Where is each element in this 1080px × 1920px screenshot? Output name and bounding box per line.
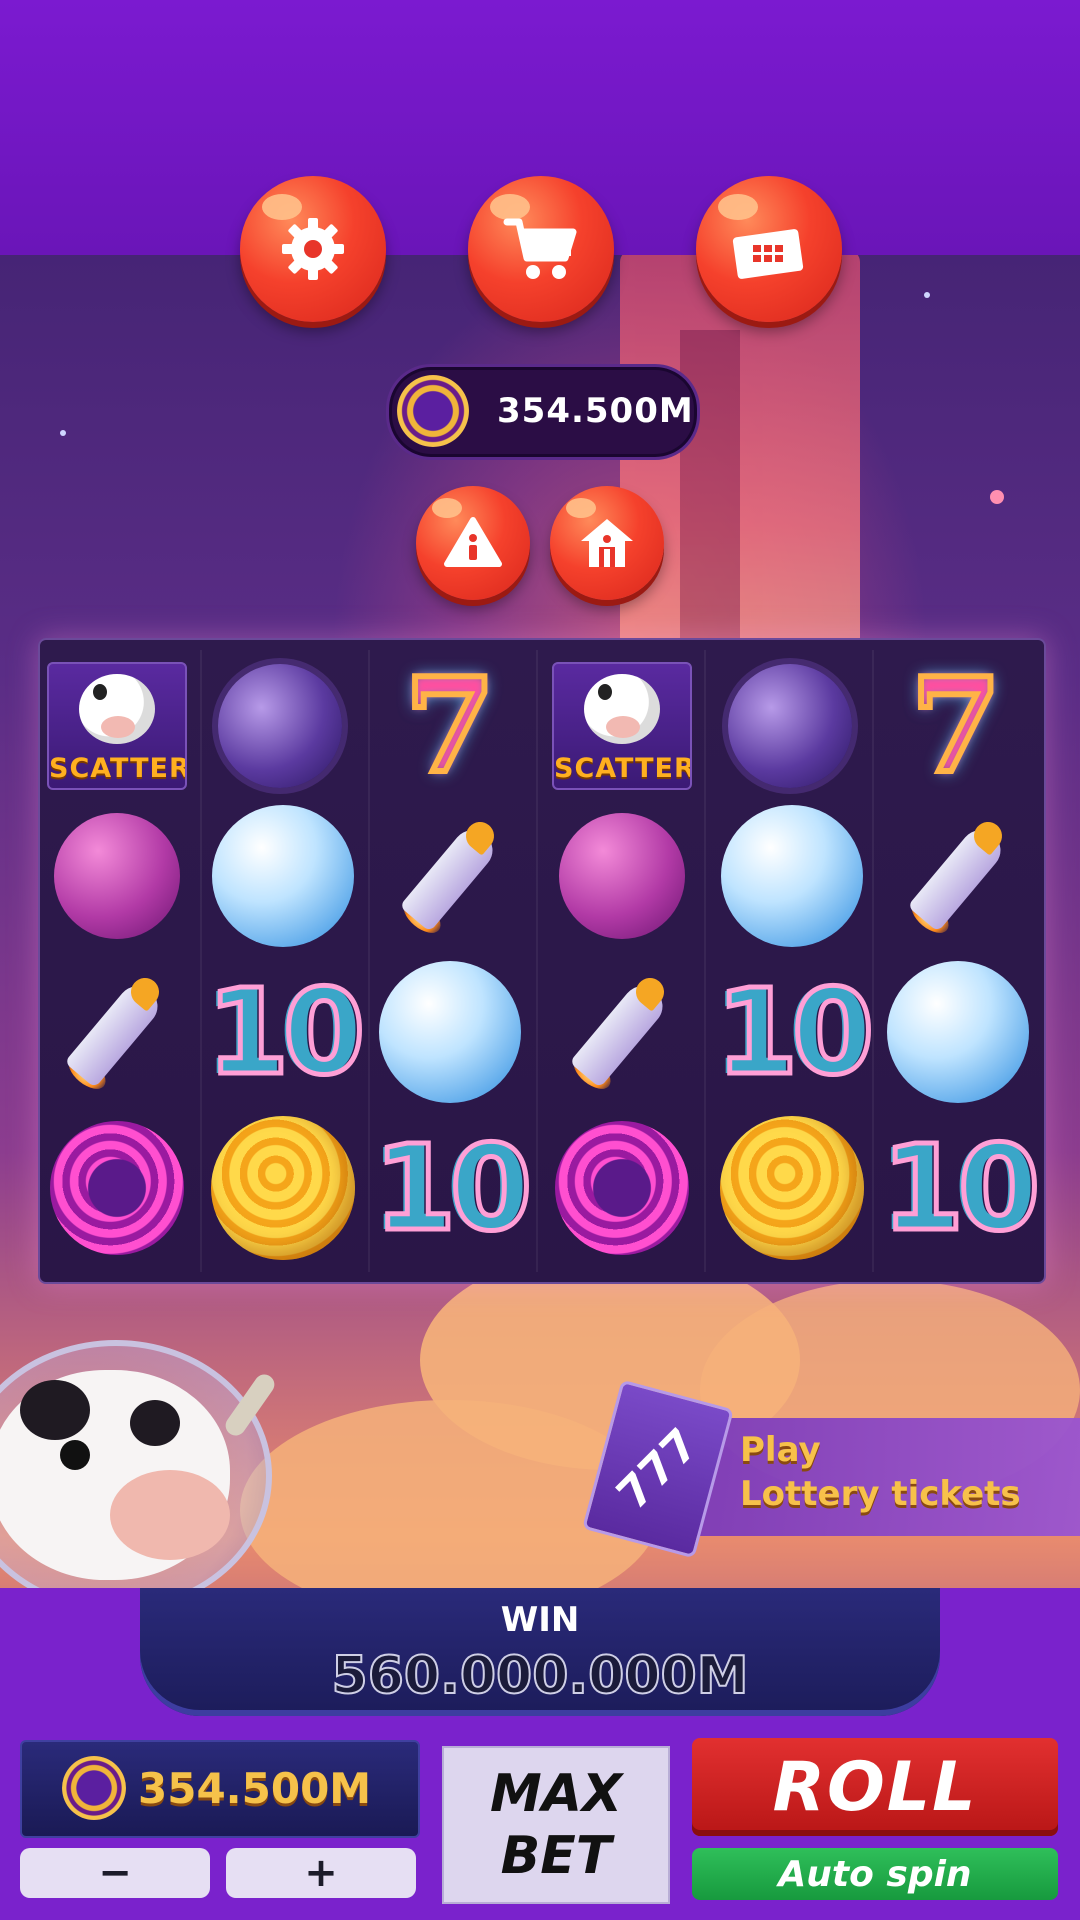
reel-cell bbox=[376, 800, 528, 952]
shop-button[interactable] bbox=[468, 176, 614, 322]
bet-display: 354.500M bbox=[20, 1740, 420, 1838]
cow-icon bbox=[79, 674, 155, 744]
magenta-planet-icon bbox=[559, 813, 685, 939]
seven-symbol: 7 bbox=[908, 649, 1005, 802]
reel-cell bbox=[882, 956, 1034, 1108]
lottery-banner[interactable]: 777 Play Lottery tickets bbox=[582, 1379, 1080, 1559]
ice-planet-icon bbox=[887, 961, 1029, 1103]
rocket-icon bbox=[392, 816, 512, 940]
star bbox=[990, 490, 1004, 504]
coin-icon bbox=[397, 375, 469, 447]
cart-icon bbox=[503, 218, 577, 279]
cage-orb-icon bbox=[50, 1121, 184, 1255]
settings-button[interactable] bbox=[240, 176, 386, 322]
lottery-banner-text: Play Lottery tickets bbox=[740, 1430, 1021, 1514]
cage-orb-icon bbox=[555, 1121, 689, 1255]
reel-cell bbox=[207, 800, 359, 952]
dark-purple-planet-icon bbox=[218, 664, 342, 788]
seven-symbol: 7 bbox=[402, 649, 499, 802]
reel-cell bbox=[716, 1112, 868, 1264]
info-icon bbox=[444, 517, 502, 567]
decrease-bet-button[interactable]: − bbox=[20, 1848, 210, 1898]
reel-cell bbox=[714, 650, 866, 802]
reel-cell bbox=[716, 800, 868, 952]
home-button[interactable] bbox=[550, 486, 664, 600]
gold-orb-icon bbox=[211, 1116, 355, 1260]
reel-cell: 7 bbox=[374, 650, 526, 802]
lottery-button[interactable] bbox=[696, 176, 842, 322]
coin-icon bbox=[62, 1756, 126, 1820]
ice-planet-icon bbox=[212, 805, 354, 947]
reel-cell bbox=[546, 956, 698, 1108]
reel-cell bbox=[374, 956, 526, 1108]
ice-planet-icon bbox=[379, 961, 521, 1103]
reel-cell: SCATTER bbox=[41, 650, 193, 802]
rocket-icon bbox=[57, 972, 177, 1096]
ten-symbol: 10 bbox=[879, 1119, 1042, 1257]
reel-cell bbox=[41, 800, 193, 952]
reel-cell: 10 bbox=[879, 1112, 1042, 1264]
rocket-icon bbox=[900, 816, 1020, 940]
reel-cell: 10 bbox=[204, 956, 367, 1108]
star bbox=[60, 430, 66, 436]
scatter-symbol: SCATTER bbox=[47, 662, 187, 790]
info-button[interactable] bbox=[416, 486, 530, 600]
roll-button[interactable]: ROLL bbox=[692, 1738, 1058, 1836]
win-display: WIN 560.000.000M bbox=[140, 1588, 940, 1716]
cow-icon bbox=[584, 674, 660, 744]
reel-cell bbox=[41, 1112, 193, 1264]
ten-symbol: 10 bbox=[713, 963, 876, 1101]
home-icon bbox=[581, 519, 633, 567]
reel-cell: SCATTER bbox=[546, 650, 698, 802]
increase-bet-button[interactable]: + bbox=[226, 1848, 416, 1898]
reel-cell: 10 bbox=[713, 956, 876, 1108]
balance-value: 354.500M bbox=[497, 391, 694, 431]
reel-cell: 10 bbox=[371, 1112, 534, 1264]
ice-planet-icon bbox=[721, 805, 863, 947]
ten-symbol: 10 bbox=[371, 1119, 534, 1257]
reel-cell bbox=[546, 1112, 698, 1264]
star bbox=[924, 292, 930, 298]
gold-orb-icon bbox=[720, 1116, 864, 1260]
bet-value: 354.500M bbox=[138, 1764, 372, 1813]
scatter-symbol: SCATTER bbox=[552, 662, 692, 790]
win-label: WIN bbox=[500, 1600, 580, 1640]
dark-purple-planet-icon bbox=[728, 664, 852, 788]
ten-symbol: 10 bbox=[204, 963, 367, 1101]
win-amount: 560.000.000M bbox=[331, 1645, 750, 1707]
magenta-planet-icon bbox=[54, 813, 180, 939]
ticket-icon bbox=[732, 229, 804, 279]
reel-cell bbox=[207, 1112, 359, 1264]
max-bet-button[interactable]: MAX BET bbox=[442, 1746, 670, 1904]
gear-icon bbox=[282, 218, 344, 280]
reel-cell bbox=[204, 650, 356, 802]
rocket-icon bbox=[562, 972, 682, 1096]
reel-cell bbox=[884, 800, 1036, 952]
reel-cell: 7 bbox=[880, 650, 1032, 802]
reel-cell bbox=[41, 956, 193, 1108]
reel-cell bbox=[546, 800, 698, 952]
balance-display: 354.500M bbox=[386, 364, 700, 460]
auto-spin-button[interactable]: Auto spin bbox=[692, 1848, 1058, 1900]
cow-mascot bbox=[0, 1340, 290, 1612]
